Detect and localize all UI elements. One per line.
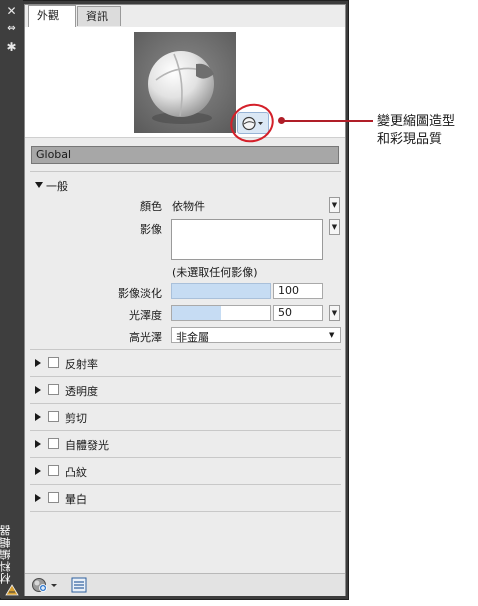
divider xyxy=(30,403,341,404)
color-value[interactable]: 依物件 xyxy=(172,198,205,214)
general-section-header[interactable]: 一般 xyxy=(34,178,154,193)
section-label: 剪切 xyxy=(65,412,87,425)
tab-information[interactable]: 資訊 xyxy=(77,6,121,26)
divider xyxy=(30,349,341,350)
section-tint[interactable]: 暈白 xyxy=(34,491,334,506)
callout-line-1: 變更縮圖造型 xyxy=(377,114,456,129)
highlights-label: 高光澤 xyxy=(129,331,162,344)
tab-appearance[interactable]: 外觀 xyxy=(28,5,76,27)
collapse-triangle-icon xyxy=(35,182,43,188)
section-label: 凸紋 xyxy=(65,466,87,479)
color-label: 顏色 xyxy=(140,200,162,213)
expand-triangle-icon xyxy=(35,359,41,367)
properties-icon[interactable]: ✱ xyxy=(4,40,19,54)
chevron-down-icon: ▼ xyxy=(329,331,335,339)
reflectivity-checkbox[interactable] xyxy=(48,357,59,368)
divider xyxy=(30,376,341,377)
expand-triangle-icon xyxy=(35,440,41,448)
create-material-icon xyxy=(32,578,57,592)
self-illumination-checkbox[interactable] xyxy=(48,438,59,449)
bump-checkbox[interactable] xyxy=(48,465,59,476)
section-label: 自體發光 xyxy=(65,439,109,452)
expand-triangle-icon xyxy=(35,467,41,475)
expand-triangle-icon xyxy=(35,494,41,502)
create-material-button[interactable] xyxy=(31,577,59,593)
glossiness-slider[interactable] xyxy=(171,305,271,321)
divider xyxy=(30,430,341,431)
section-label: 反射率 xyxy=(65,358,98,371)
image-label: 影像 xyxy=(140,223,162,236)
callout-line xyxy=(281,120,373,122)
divider xyxy=(30,484,341,485)
highlights-value: 非金屬 xyxy=(176,331,209,344)
material-browser-button[interactable] xyxy=(71,577,87,593)
divider xyxy=(30,171,341,172)
section-reflectivity[interactable]: 反射率 xyxy=(34,356,334,371)
autohide-icon[interactable]: ⇔ xyxy=(4,22,19,36)
sphere-swatch-icon[interactable] xyxy=(134,32,236,133)
material-editor-logo-icon xyxy=(5,584,19,596)
divider xyxy=(30,457,341,458)
section-label: 透明度 xyxy=(65,385,98,398)
callout-line-2: 和彩現品質 xyxy=(377,132,443,147)
tint-checkbox[interactable] xyxy=(48,492,59,503)
section-transparency[interactable]: 透明度 xyxy=(34,383,334,398)
section-cutouts[interactable]: 剪切 xyxy=(34,410,334,425)
image-dropdown-button[interactable]: ▼ xyxy=(329,219,340,235)
section-label: 暈白 xyxy=(65,493,87,506)
material-name-field[interactable]: Global xyxy=(31,146,339,164)
general-section-label: 一般 xyxy=(46,180,68,193)
highlights-select[interactable]: 非金屬 ▼ xyxy=(171,327,341,344)
close-icon[interactable]: ✕ xyxy=(4,4,19,18)
glossiness-label: 光澤度 xyxy=(129,309,162,322)
image-fade-label: 影像淡化 xyxy=(118,287,162,300)
color-dropdown-button[interactable]: ▼ xyxy=(329,197,340,213)
palette-title: 材料編輯器 xyxy=(0,524,12,584)
palette-title-strip[interactable]: ✕ ⇔ ✱ 材料編輯器 xyxy=(0,0,23,598)
image-fade-input[interactable]: 100 xyxy=(273,283,323,299)
callout-text: 變更縮圖造型 和彩現品質 xyxy=(377,113,477,149)
glossiness-dropdown-button[interactable]: ▼ xyxy=(329,305,340,321)
image-none-text: (未選取任何影像) xyxy=(172,266,258,279)
image-fade-slider-fill xyxy=(172,284,270,298)
bottom-toolbar xyxy=(25,573,345,596)
image-slot[interactable] xyxy=(171,219,323,260)
glossiness-slider-fill xyxy=(172,306,221,320)
expand-triangle-icon xyxy=(35,386,41,394)
expand-triangle-icon xyxy=(35,413,41,421)
glossiness-input[interactable]: 50 xyxy=(273,305,323,321)
divider xyxy=(30,511,341,512)
section-self-illumination[interactable]: 自體發光 xyxy=(34,437,334,452)
cutouts-checkbox[interactable] xyxy=(48,411,59,422)
material-browser-icon xyxy=(71,577,87,593)
image-fade-slider[interactable] xyxy=(171,283,271,299)
section-bump[interactable]: 凸紋 xyxy=(34,464,334,479)
transparency-checkbox[interactable] xyxy=(48,384,59,395)
